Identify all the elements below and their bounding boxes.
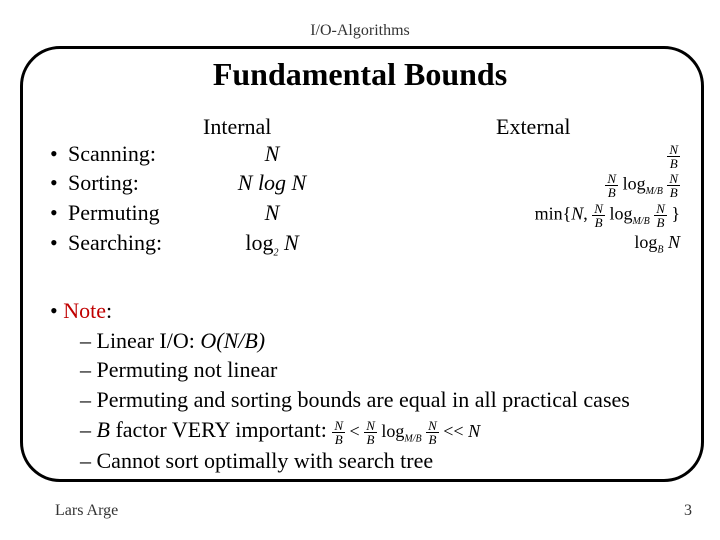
bullet-icon: •	[50, 170, 58, 196]
row-label: Scanning:	[68, 141, 156, 167]
footer-page-number: 3	[684, 502, 692, 520]
bullet-icon: •	[50, 141, 58, 167]
note-title-line: • Note:	[50, 296, 630, 326]
bullet-icon: •	[50, 298, 58, 323]
bullet-icon: •	[50, 200, 58, 226]
row-internal: N log N	[202, 170, 342, 196]
row-label: Sorting:	[68, 170, 139, 196]
row-external: NB logM/B NB	[440, 172, 680, 199]
row-external: logB N	[440, 232, 680, 256]
row-internal: N	[202, 200, 342, 226]
note-title: Note	[63, 298, 106, 323]
note-line-5: – Cannot sort optimally with search tree	[80, 446, 630, 476]
note-line-4: – B factor VERY important: NB < NB logM/…	[80, 415, 630, 446]
row-external: min{N, NB logM/B NB }	[440, 202, 680, 229]
footer-author: Lars Arge	[55, 502, 118, 520]
row-label: Permuting	[68, 200, 160, 226]
slide-header: I/O-Algorithms	[0, 22, 720, 40]
col-header-external: External	[496, 114, 571, 140]
note-line-3: – Permuting and sorting bounds are equal…	[80, 385, 630, 415]
row-external: NB	[440, 143, 680, 170]
slide-title: Fundamental Bounds	[0, 56, 720, 93]
bullet-icon: •	[50, 230, 58, 256]
note-line-1: – Linear I/O: O(N/B)	[80, 326, 630, 356]
row-internal: log2 N	[202, 230, 342, 258]
row-internal: N	[202, 141, 342, 167]
note-block: • Note: – Linear I/O: O(N/B) – Permuting…	[50, 296, 630, 476]
note-line-2: – Permuting not linear	[80, 355, 630, 385]
col-header-internal: Internal	[203, 114, 271, 140]
row-label: Searching:	[68, 230, 162, 256]
